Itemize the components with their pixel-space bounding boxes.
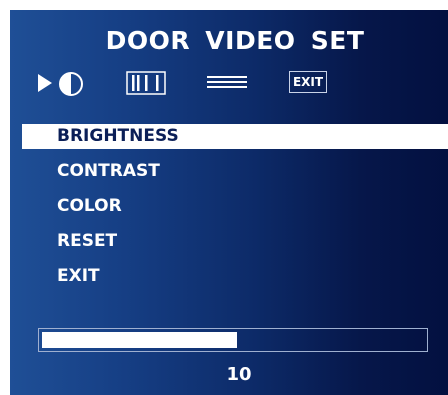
level-value: 10	[226, 364, 252, 385]
vertical-bars-icon[interactable]	[126, 71, 166, 99]
menu-item-color[interactable]: COLOR	[10, 194, 448, 219]
menu-item-reset[interactable]: RESET	[10, 229, 448, 254]
menu-item-exit[interactable]: EXIT	[10, 264, 448, 289]
menu-item-label: EXIT	[57, 266, 100, 286]
menu-item-label: BRIGHTNESS	[57, 126, 179, 146]
exit-icon[interactable]: EXIT	[289, 71, 327, 93]
horizontal-lines-icon[interactable]	[206, 72, 248, 98]
icon-toolbar: EXIT	[10, 70, 448, 96]
menu-item-label: RESET	[57, 231, 118, 251]
menu-item-contrast[interactable]: CONTRAST	[10, 159, 448, 184]
play-arrow-icon[interactable]	[36, 72, 54, 98]
level-slider[interactable]	[38, 328, 428, 352]
osd-screen: DOOR VIDEO SET EXIT BRIGHTNESS CONTRAST …	[10, 10, 448, 395]
menu-item-label: COLOR	[57, 196, 122, 216]
page-title: DOOR VIDEO SET	[105, 26, 365, 55]
level-slider-fill	[42, 332, 237, 348]
menu-item-label: CONTRAST	[57, 161, 160, 181]
half-circle-icon[interactable]	[58, 71, 84, 101]
menu-item-brightness[interactable]: BRIGHTNESS	[22, 124, 448, 149]
